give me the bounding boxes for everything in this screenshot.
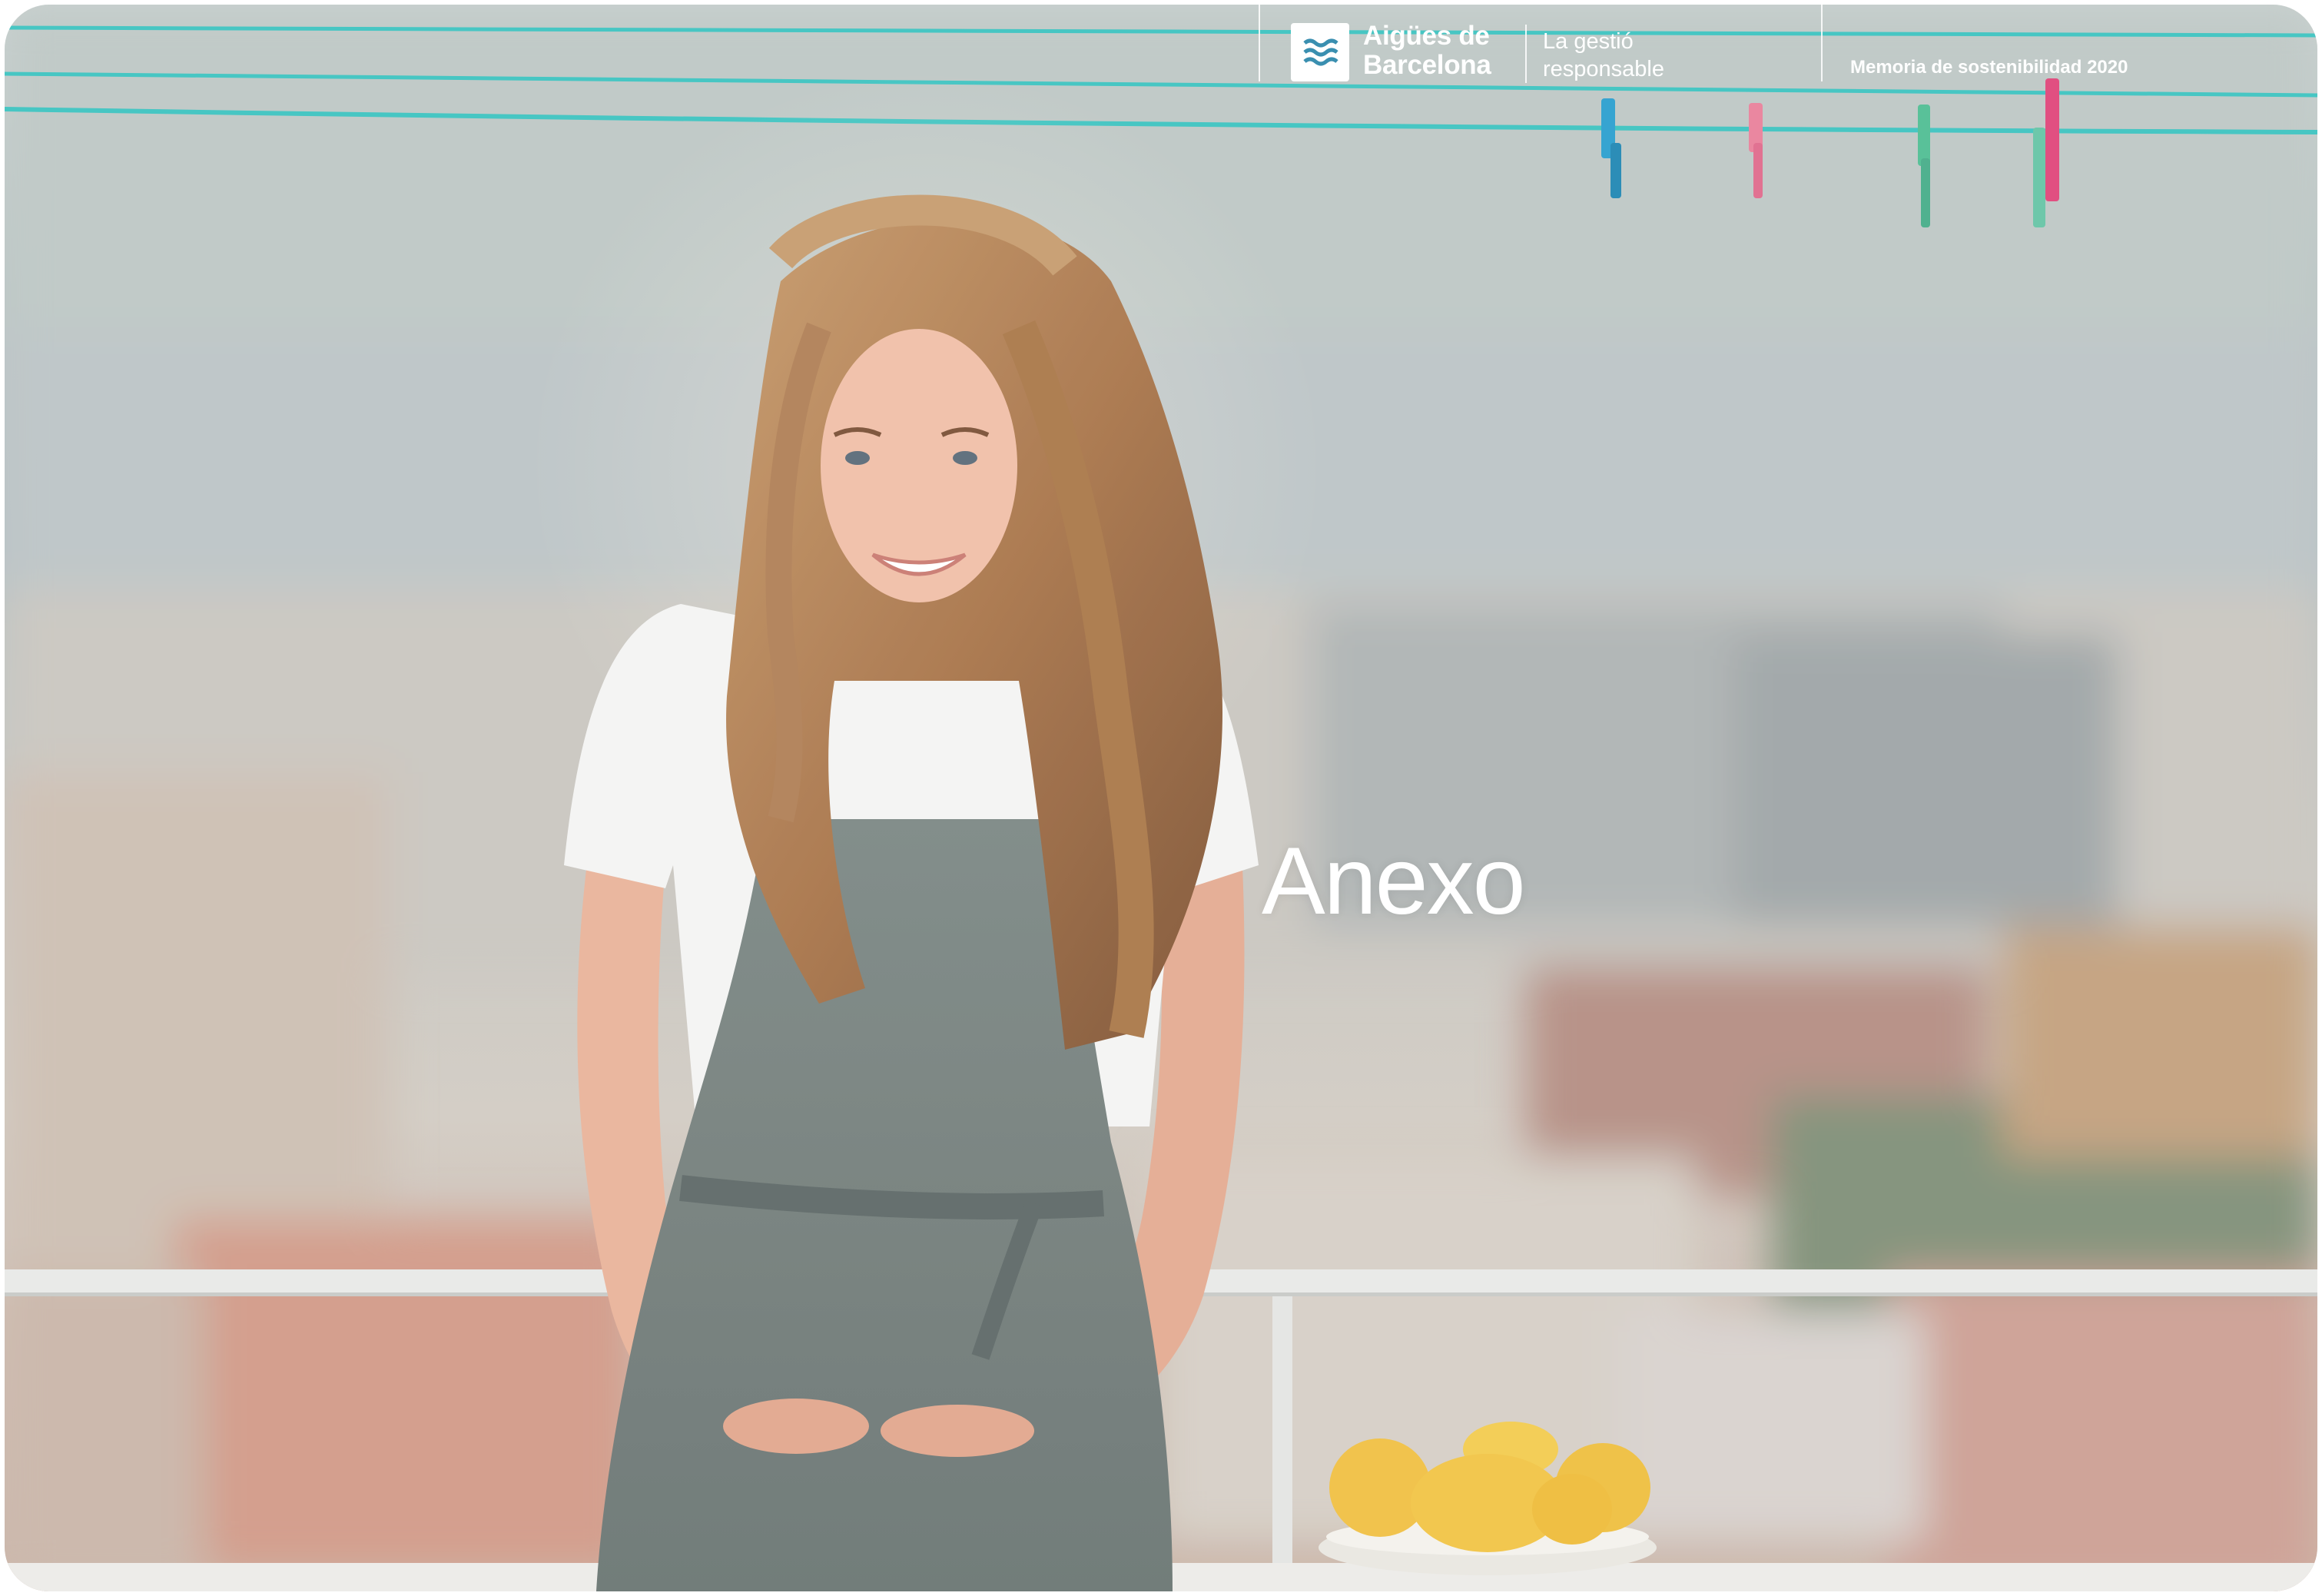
section-title: Anexo	[1262, 828, 1526, 935]
brand-tagline: La gestió responsable	[1543, 28, 1704, 83]
tagline-line-2: responsable	[1543, 57, 1664, 81]
report-page: Aigües de Barcelona La gestió responsabl…	[5, 5, 2317, 1591]
cover-photo	[5, 5, 2317, 1591]
brand-line-1: Aigües de	[1363, 21, 1490, 51]
report-title: Memoria de sostenibilidad 2020	[1850, 57, 2128, 78]
header-divider	[1259, 5, 1260, 81]
tagline-line-1: La gestió	[1543, 29, 1634, 54]
brand-name: Aigües de Barcelona	[1363, 22, 1517, 80]
brand-line-2: Barcelona	[1363, 50, 1491, 80]
report-header: Aigües de Barcelona La gestió responsabl…	[1259, 5, 2317, 88]
aigues-wave-icon	[1291, 23, 1349, 81]
brand-divider	[1525, 25, 1527, 83]
report-divider	[1821, 5, 1823, 81]
